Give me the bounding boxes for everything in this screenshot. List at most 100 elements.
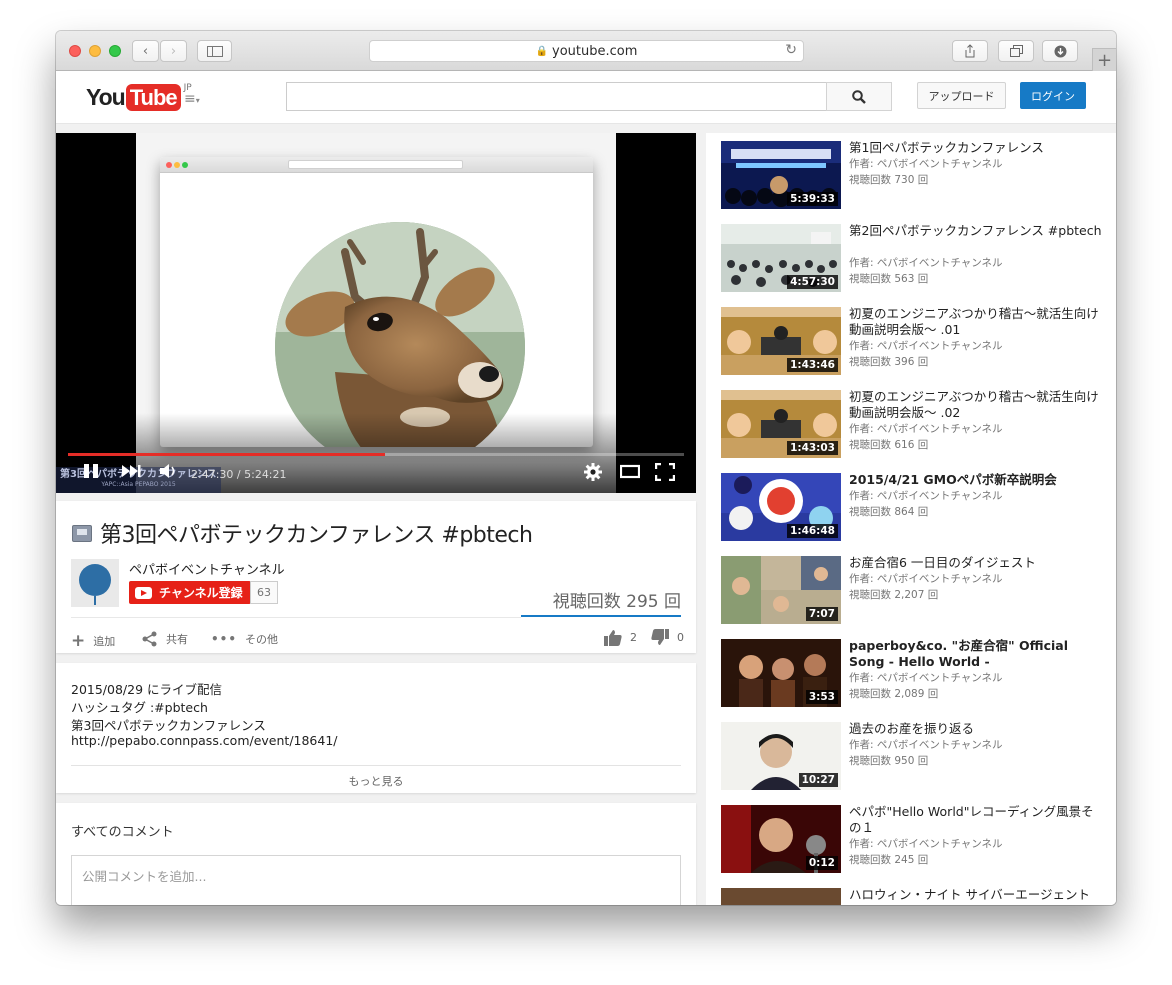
volume-button[interactable]	[159, 463, 179, 483]
related-video-item[interactable]: 1:43:03 初夏のエンジニアぶつかり稽古〜就活生向け動画説明会版〜 .02 作者…	[721, 389, 1104, 458]
subscribe-button[interactable]: チャンネル登録	[129, 581, 251, 604]
tabs-overview-button[interactable]	[998, 40, 1034, 62]
video-duration: 1:43:03	[787, 441, 838, 455]
pause-icon	[84, 464, 98, 478]
related-video-title[interactable]: 初夏のエンジニアぶつかり稽古〜就活生向け動画説明会版〜 .01	[849, 306, 1104, 338]
related-video-item[interactable]: 5:39:33 第1回ペパボテックカンファレンス 作者: ペパボイベントチャンネル視…	[721, 140, 1104, 209]
new-tab-button[interactable]: +	[1092, 48, 1116, 71]
watch-page: 第3回ペパボテックカンファレンス YAPC::Asia PEPABO 2015 …	[56, 125, 1116, 905]
related-video-title[interactable]: お産合宿6 一日目のダイジェスト	[849, 555, 1104, 571]
video-title: 第3回ペパボテックカンファレンス #pbtech	[100, 523, 533, 548]
address-url: youtube.com	[552, 43, 638, 59]
related-video-item[interactable]: 3:53 paperboy&co. "お産合宿" Official Song - …	[721, 638, 1104, 707]
fullscreen-icon	[654, 462, 676, 482]
related-video-item[interactable]: 1:43:46 初夏のエンジニアぶつかり稽古〜就活生向け動画説明会版〜 .01 作者…	[721, 306, 1104, 375]
progress-bar[interactable]	[68, 453, 684, 456]
video-duration: 0:12	[805, 856, 838, 870]
related-video-title[interactable]: ハロウィン・ナイト サイバーエージェント	[849, 887, 1104, 903]
pause-button[interactable]	[83, 463, 99, 483]
video-thumbnail[interactable]: 0:12	[721, 805, 841, 873]
video-thumbnail[interactable]	[721, 888, 841, 905]
forward-button[interactable]: ›	[160, 40, 187, 62]
video-thumbnail[interactable]: 1:43:03	[721, 390, 841, 458]
reload-icon[interactable]: ↻	[785, 42, 797, 58]
description-line: 第3回ペパボテックカンファレンス	[71, 718, 266, 733]
back-button[interactable]: ‹	[132, 40, 159, 62]
minimize-window-button[interactable]	[89, 45, 101, 57]
add-to-button[interactable]: + 追加	[71, 631, 115, 651]
like-button[interactable]: 2	[604, 629, 637, 646]
video-thumbnail[interactable]: 10:27	[721, 722, 841, 790]
channel-avatar[interactable]	[71, 559, 119, 607]
related-video-item[interactable]: 4:57:30 第2回ペパボテックカンファレンス #pbtech 作者: ペパボイベ…	[721, 223, 1104, 292]
related-video-views: 視聴回数 396 回	[849, 356, 929, 368]
login-button[interactable]: ログイン	[1020, 82, 1086, 109]
comment-input[interactable]: 公開コメントを追加...	[71, 855, 681, 905]
guide-menu-button[interactable]: ≡▾	[184, 91, 200, 107]
related-video-title[interactable]: ペパボ"Hello World"レコーディング風景その１	[849, 804, 1104, 836]
related-video-title[interactable]: 初夏のエンジニアぶつかり稽古〜就活生向け動画説明会版〜 .02	[849, 389, 1104, 421]
related-video-title[interactable]: 2015/4/21 GMOペパボ新卒説明会	[849, 472, 1104, 488]
related-videos-sidebar: 5:39:33 第1回ペパボテックカンファレンス作者: ペパボイベントチャンネル視…	[706, 133, 1116, 905]
video-thumbnail[interactable]: 1:46:48	[721, 473, 841, 541]
related-video-views: 視聴回数 616 回	[849, 439, 929, 451]
address-bar[interactable]: 🔒 youtube.com ↻	[369, 40, 804, 62]
related-video-title[interactable]: 第1回ペパボテックカンファレンス	[849, 140, 1104, 156]
related-video-title[interactable]: paperboy&co. "お産合宿" Official Song - Hell…	[849, 638, 1104, 670]
search-input[interactable]	[286, 82, 827, 111]
tabs-icon	[1009, 45, 1023, 57]
related-video-title[interactable]: 第2回ペパボテックカンファレンス #pbtech	[849, 223, 1104, 239]
zoom-window-button[interactable]	[109, 45, 121, 57]
time-display: 2:47:30 / 5:24:21	[191, 468, 287, 481]
video-thumbnail[interactable]: 5:39:33	[721, 141, 841, 209]
share-button[interactable]	[952, 40, 988, 62]
related-video-item[interactable]: 7:07 お産合宿6 一日目のダイジェスト 作者: ペパボイベントチャンネル 視聴回数…	[721, 555, 1104, 624]
share-icon	[965, 44, 975, 58]
downloads-button[interactable]	[1042, 40, 1078, 62]
plus-icon: +	[1096, 49, 1113, 71]
chevron-right-icon: ›	[170, 43, 177, 59]
video-thumbnail[interactable]: 1:43:46	[721, 307, 841, 375]
theater-mode-button[interactable]	[619, 463, 641, 483]
related-video-item[interactable]: 10:27 過去のお産を振り返る 作者: ペパボイベントチャンネル 視聴回数 950 …	[721, 721, 1104, 790]
video-player[interactable]: 第3回ペパボテックカンファレンス YAPC::Asia PEPABO 2015 …	[56, 133, 696, 493]
video-thumbnail[interactable]: 7:07	[721, 556, 841, 624]
settings-button[interactable]	[584, 463, 602, 485]
search-button[interactable]	[826, 82, 892, 111]
related-video-title[interactable]: 過去のお産を振り返る	[849, 721, 1104, 737]
more-actions-button[interactable]: ••• その他	[211, 631, 278, 647]
plus-icon: +	[71, 631, 86, 651]
related-video-author: 作者: ペパボイベントチャンネル	[849, 423, 1003, 435]
related-video-author: 作者: ペパボイベントチャンネル	[849, 257, 1003, 269]
video-duration: 1:46:48	[787, 524, 838, 538]
download-icon	[1054, 45, 1066, 57]
video-duration: 10:27	[798, 773, 838, 787]
close-window-button[interactable]	[69, 45, 81, 57]
fullscreen-button[interactable]	[654, 462, 676, 485]
youtube-header: You Tube JP ≡▾ アップロード ログイン	[56, 71, 1116, 124]
slide-browser-window	[160, 157, 593, 447]
share-video-button[interactable]: 共有	[142, 631, 188, 647]
video-thumbnail[interactable]: 3:53	[721, 639, 841, 707]
description-link[interactable]: http://pepabo.connpass.com/event/18641/	[71, 733, 338, 748]
related-video-item[interactable]: 1:46:48 2015/4/21 GMOペパボ新卒説明会 作者: ペパボイベントチ…	[721, 472, 1104, 541]
balloon-icon	[71, 559, 119, 607]
related-video-views: 視聴回数 730 回	[849, 174, 929, 186]
related-video-views: 視聴回数 2,207 回	[849, 589, 939, 601]
related-video-author: 作者: ペパボイベントチャンネル	[849, 739, 1003, 751]
related-video-item[interactable]: ハロウィン・ナイト サイバーエージェント	[721, 887, 1104, 905]
hamburger-icon: ≡	[184, 91, 196, 107]
video-thumbnail[interactable]: 4:57:30	[721, 224, 841, 292]
related-video-item[interactable]: 0:12 ペパボ"Hello World"レコーディング風景その１ 作者: ペパボイ…	[721, 804, 1104, 873]
youtube-logo[interactable]: You Tube JP	[86, 83, 192, 111]
volume-icon	[160, 464, 175, 478]
theater-icon	[619, 464, 641, 479]
upload-button[interactable]: アップロード	[917, 82, 1006, 109]
show-more-button[interactable]: もっと見る	[56, 773, 696, 789]
related-video-views: 視聴回数 864 回	[849, 506, 929, 518]
dislike-button[interactable]: 0	[651, 629, 684, 646]
sidebar-toggle-button[interactable]	[197, 40, 232, 62]
lock-icon: 🔒	[535, 45, 549, 57]
channel-name[interactable]: ペパボイベントチャンネル	[129, 559, 285, 578]
next-button[interactable]	[121, 463, 141, 483]
